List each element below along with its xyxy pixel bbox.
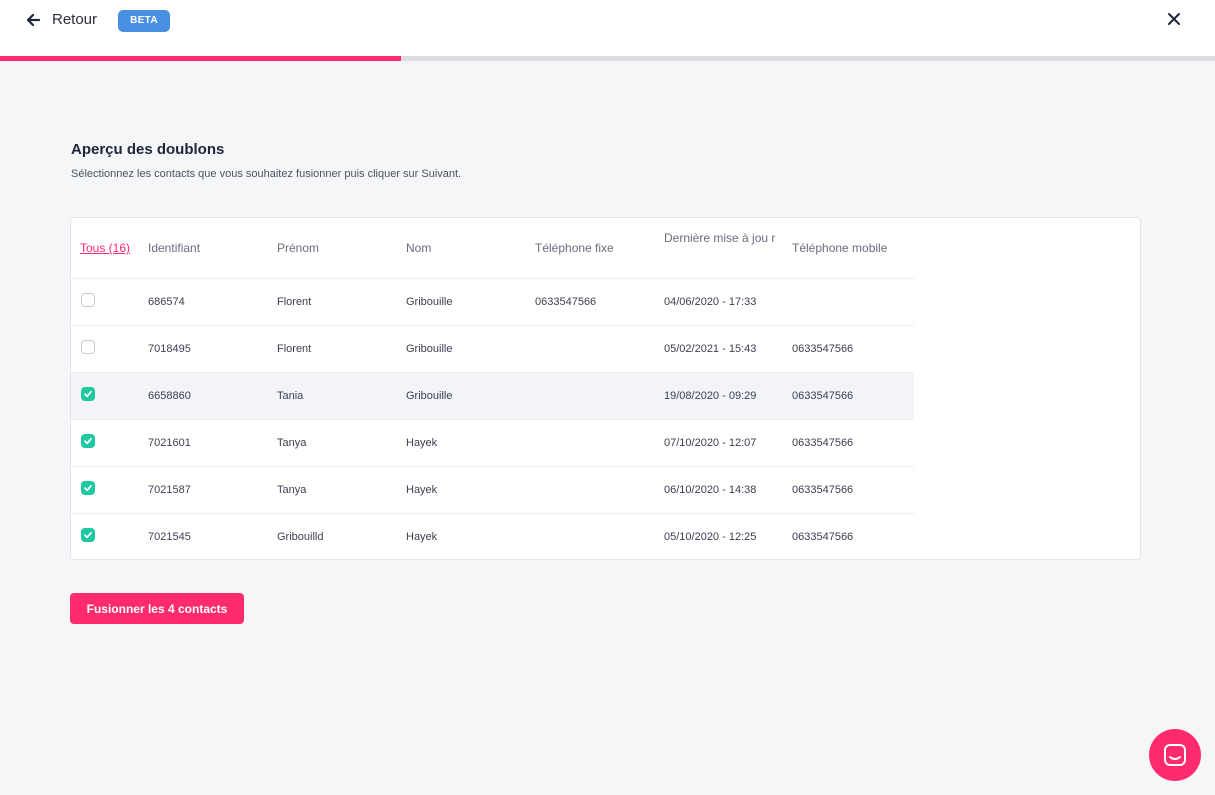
progress-fill	[0, 56, 401, 61]
cell-lastname: Hayek	[406, 484, 438, 496]
cell-id: 7021545	[148, 531, 191, 543]
check-icon	[84, 390, 92, 398]
cell-updated: 05/02/2021 - 15:43	[664, 343, 757, 355]
cell-firstname: Tanya	[277, 484, 307, 496]
row-checkbox-checked[interactable]	[81, 481, 95, 495]
cell-updated: 07/10/2020 - 12:07	[664, 437, 757, 449]
cell-mobile: 0633547566	[792, 531, 854, 543]
cell-id: 7018495	[148, 343, 191, 355]
cell-updated: 04/06/2020 - 17:33	[664, 296, 757, 308]
cell-lastname: Gribouille	[406, 390, 453, 402]
select-all-link[interactable]: Tous (16)	[80, 239, 130, 257]
row-checkbox[interactable]	[81, 293, 95, 307]
table-row[interactable]: 7021601 Tanya Hayek 07/10/2020 - 12:07 06335…	[71, 420, 914, 467]
merge-contacts-button[interactable]: Fusionner les 4 contacts	[70, 593, 244, 624]
top-bar: Retour BETA	[0, 0, 1215, 56]
check-icon	[84, 484, 92, 492]
arrow-left-icon	[26, 13, 40, 26]
table-row[interactable]: 7021587 Tanya Hayek 06/10/2020 - 14:38 06335…	[71, 467, 914, 514]
cell-mobile: 0633547566	[792, 390, 854, 402]
cell-updated: 05/10/2020 - 12:25	[664, 531, 757, 543]
check-icon	[84, 531, 92, 539]
cell-mobile: 0633547566	[792, 484, 854, 496]
cell-lastname: Hayek	[406, 531, 438, 543]
table-row[interactable]: 686574 Florent Gribouille 0633547566 04/06/2…	[71, 279, 914, 326]
cell-firstname: Florent	[277, 296, 312, 308]
table-row[interactable]: 7021545 Gribouilld Hayek 05/10/2020 - 12:25…	[71, 514, 914, 559]
cell-mobile: 0633547566	[792, 437, 854, 449]
beta-badge: BETA	[118, 10, 170, 32]
column-header-id: Identifiant	[148, 241, 201, 255]
column-header-mobile: Téléphone mobile	[792, 241, 888, 255]
cell-firstname: Gribouilld	[277, 531, 324, 543]
cell-id: 7021587	[148, 484, 191, 496]
cell-lastname: Gribouille	[406, 296, 453, 308]
progress-bar	[0, 56, 1215, 61]
cell-mobile: 0633547566	[792, 343, 854, 355]
close-icon[interactable]	[1167, 12, 1181, 26]
page-title: Aperçu des doublons	[71, 141, 225, 158]
duplicates-table: Tous (16) Identifiant Prénom Nom Télépho…	[70, 217, 1141, 560]
cell-updated: 19/08/2020 - 09:29	[664, 390, 757, 402]
cell-id: 686574	[148, 296, 185, 308]
cell-phone: 0633547566	[535, 296, 597, 308]
row-checkbox-checked[interactable]	[81, 387, 95, 401]
cell-firstname: Florent	[277, 343, 312, 355]
back-button[interactable]: Retour	[26, 11, 97, 28]
row-checkbox-checked[interactable]	[81, 528, 95, 542]
chat-icon	[1164, 744, 1186, 766]
row-checkbox-checked[interactable]	[81, 434, 95, 448]
cell-id: 7021601	[148, 437, 191, 449]
column-header-lastname: Nom	[406, 241, 432, 255]
back-label: Retour	[52, 11, 98, 28]
cell-id: 6658860	[148, 390, 191, 402]
table-row[interactable]: 7018495 Florent Gribouille 05/02/2021 - 15:…	[71, 326, 914, 373]
row-checkbox[interactable]	[81, 340, 95, 354]
cell-lastname: Gribouille	[406, 343, 453, 355]
table-header: Tous (16) Identifiant Prénom Nom Télépho…	[71, 218, 914, 279]
cell-firstname: Tania	[277, 390, 304, 402]
page-subtitle: Sélectionnez les contacts que vous souha…	[71, 168, 462, 180]
cell-firstname: Tanya	[277, 437, 307, 449]
column-header-firstname: Prénom	[277, 241, 320, 255]
chat-launcher-button[interactable]	[1149, 729, 1201, 781]
cell-lastname: Hayek	[406, 437, 438, 449]
table-row[interactable]: 6658860 Tania Gribouille 19/08/2020 - 09:29…	[71, 373, 914, 420]
cell-updated: 06/10/2020 - 14:38	[664, 484, 757, 496]
column-header-updated: Dernière mise à jou r	[664, 231, 776, 245]
column-header-phone: Téléphone fixe	[535, 241, 614, 255]
check-icon	[84, 437, 92, 445]
